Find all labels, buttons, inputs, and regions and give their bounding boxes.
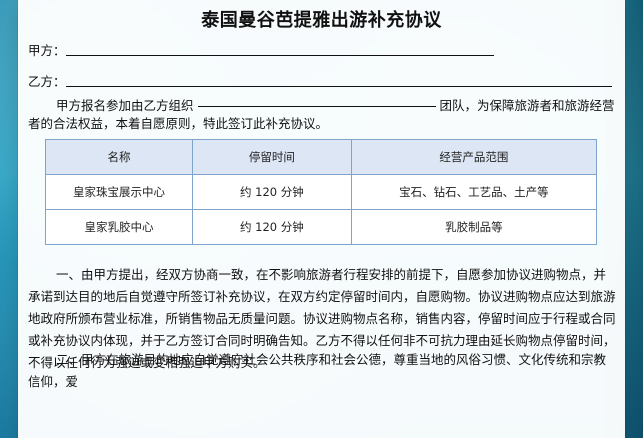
table-cell-name: 皇家乳胶中心 xyxy=(45,209,193,245)
party-a-row: 甲方： xyxy=(28,40,66,59)
table-header-name: 名称 xyxy=(45,139,193,175)
table-cell-name: 皇家珠宝展示中心 xyxy=(45,174,193,210)
document-title: 泰国曼谷芭提雅出游补充协议 xyxy=(201,10,442,31)
party-a-underline xyxy=(66,55,494,56)
table-header-duration: 停留时间 xyxy=(191,139,352,175)
party-b-underline xyxy=(66,86,612,87)
table-header-row: 名称 停留时间 经营产品范围 xyxy=(45,139,598,175)
intro-text-part1: 甲方报名参加由乙方组织 xyxy=(56,98,194,113)
table-row: 皇家乳胶中心 约 120 分钟 乳胶制品等 xyxy=(45,209,598,245)
agreement-paper: 泰国曼谷芭提雅出游补充协议 甲方： 乙方： 甲方报名参加由乙方组织 团队，为保障旅… xyxy=(18,0,625,438)
party-b-row: 乙方： xyxy=(28,71,66,90)
clause-2-text: 二、甲方在旅游目的地应自觉遵守社会公共秩序和社会公德，尊重当地的风俗习惯、文化传… xyxy=(28,352,607,389)
table-cell-duration: 约 120 分钟 xyxy=(191,174,352,210)
intro-paragraph: 甲方报名参加由乙方组织 团队，为保障旅游者和旅游经营者的合法权益，本着自愿原则，特… xyxy=(28,97,618,133)
clause-2: 二、甲方在旅游目的地应自觉遵守社会公共秩序和社会公德，尊重当地的风俗习惯、文化传… xyxy=(28,349,618,393)
table-cell-products: 宝石、钻石、工艺品、土产等 xyxy=(350,174,598,210)
table-cell-duration: 约 120 分钟 xyxy=(191,209,352,245)
table-header-products: 经营产品范围 xyxy=(350,139,598,175)
party-b-label: 乙方： xyxy=(28,74,66,89)
party-a-label: 甲方： xyxy=(28,43,66,58)
shopping-points-table: 名称 停留时间 经营产品范围 皇家珠宝展示中心 约 120 分钟 宝石、钻石、工… xyxy=(45,139,598,245)
table-cell-products: 乳胶制品等 xyxy=(350,209,598,245)
group-name-blank xyxy=(197,106,436,107)
table-row: 皇家珠宝展示中心 约 120 分钟 宝石、钻石、工艺品、土产等 xyxy=(45,174,598,210)
